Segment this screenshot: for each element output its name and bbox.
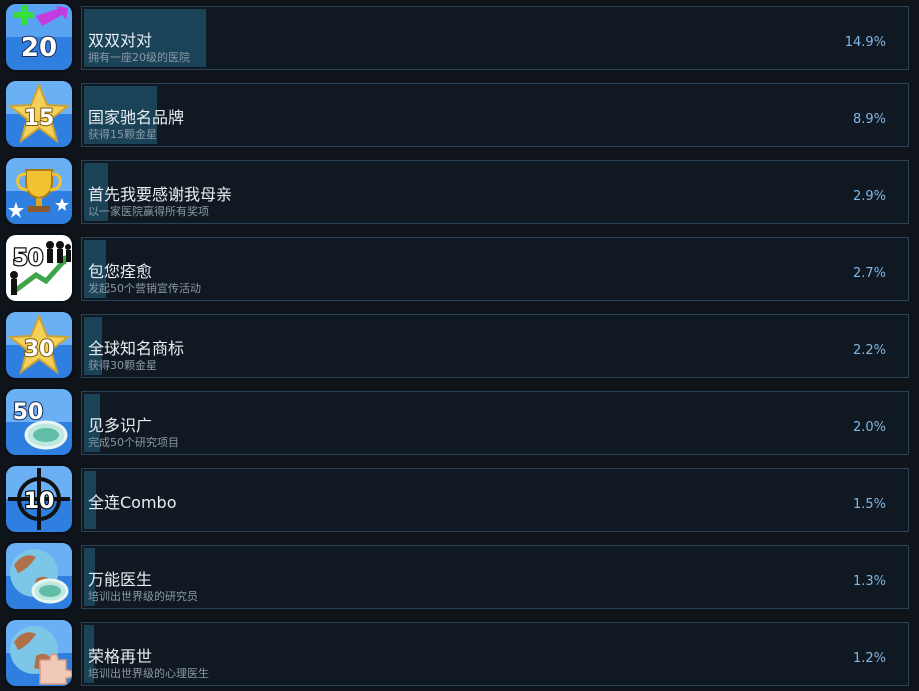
achievement-panel: 万能医生 培训出世界级的研究员 1.3%: [81, 545, 909, 609]
unlock-percent: 1.5%: [852, 497, 886, 512]
crosshair-10-icon: 10: [6, 466, 72, 532]
unlock-percent: 8.9%: [852, 112, 886, 127]
icon-number: 10: [24, 489, 55, 514]
achievement-title: 全连Combo: [88, 493, 177, 512]
achievement-description: 培训出世界级的研究员: [88, 590, 198, 603]
globe-puzzle-icon: [6, 620, 72, 686]
achievement-title: 包您痊愈: [88, 262, 153, 281]
achievement-panel: 全球知名商标 获得30颗金星 2.2%: [81, 314, 909, 378]
petri-50-icon: 50: [6, 389, 72, 455]
achievement-description: 拥有一座20级的医院: [88, 51, 190, 64]
achievement-panel: 荣格再世 培训出世界级的心理医生 1.2%: [81, 622, 909, 686]
icon-number: 15: [24, 106, 55, 131]
achievement-title: 见多识广: [88, 416, 153, 435]
star-30-icon: 30: [6, 312, 72, 378]
plus-20-icon: 20: [6, 4, 72, 70]
star-15-icon: 15: [6, 81, 72, 147]
achievement-description: 获得30颗金星: [88, 359, 157, 372]
unlock-percent: 2.0%: [852, 420, 886, 435]
achievement-description: 培训出世界级的心理医生: [88, 667, 209, 680]
achievement-row[interactable]: 50 见多识广 完成50个研究项目 2.0%: [0, 388, 919, 455]
globe-petri-icon: [6, 543, 72, 609]
unlock-percent: 2.2%: [852, 343, 886, 358]
icon-number: 50: [13, 400, 44, 425]
achievement-row[interactable]: 首先我要感谢我母亲 以一家医院赢得所有奖项 2.9%: [0, 157, 919, 224]
achievement-title: 国家驰名品牌: [88, 108, 185, 127]
achievement-title: 全球知名商标: [88, 339, 185, 358]
achievement-panel: 包您痊愈 发起50个营销宣传活动 2.7%: [81, 237, 909, 301]
achievement-row[interactable]: 50 包您痊愈 发起50个营销宣传活动 2.7%: [0, 234, 919, 301]
trophy-icon: [6, 158, 72, 224]
achievement-title: 双双对对: [88, 31, 153, 50]
achievement-row[interactable]: 荣格再世 培训出世界级的心理医生 1.2%: [0, 619, 919, 686]
icon-number: 50: [13, 246, 44, 271]
unlock-percent: 2.9%: [852, 189, 886, 204]
achievement-title: 万能医生: [88, 570, 153, 589]
achievement-description: 以一家医院赢得所有奖项: [88, 205, 209, 218]
achievement-panel: 国家驰名品牌 获得15颗金星 8.9%: [81, 83, 909, 147]
icon-number: 20: [21, 33, 57, 63]
achievement-panel: 见多识广 完成50个研究项目 2.0%: [81, 391, 909, 455]
achievement-row[interactable]: 万能医生 培训出世界级的研究员 1.3%: [0, 542, 919, 609]
achievement-row[interactable]: 20 双双对对 拥有一座20级的医院 14.9%: [0, 3, 919, 70]
achievement-list: 20 双双对对 拥有一座20级的医院 14.9% 15 国家驰名品牌 获得15颗…: [0, 0, 919, 691]
achievement-row[interactable]: 15 国家驰名品牌 获得15颗金星 8.9%: [0, 80, 919, 147]
growth-50-icon: 50: [6, 235, 72, 301]
achievement-row[interactable]: 10 全连Combo 1.5%: [0, 465, 919, 532]
unlock-percent: 1.2%: [852, 651, 886, 666]
unlock-percent: 14.9%: [844, 35, 886, 50]
unlock-percent: 1.3%: [852, 574, 886, 589]
achievement-title: 荣格再世: [88, 647, 153, 666]
achievement-panel: 双双对对 拥有一座20级的医院 14.9%: [81, 6, 909, 70]
achievement-panel: 首先我要感谢我母亲 以一家医院赢得所有奖项 2.9%: [81, 160, 909, 224]
icon-number: 30: [24, 337, 55, 362]
achievement-row[interactable]: 30 全球知名商标 获得30颗金星 2.2%: [0, 311, 919, 378]
achievement-title: 首先我要感谢我母亲: [88, 185, 233, 204]
achievement-description: 完成50个研究项目: [88, 436, 179, 449]
unlock-percent: 2.7%: [852, 266, 886, 281]
achievement-description: 发起50个营销宣传活动: [88, 282, 201, 295]
achievement-description: 获得15颗金星: [88, 128, 157, 141]
achievement-panel: 全连Combo 1.5%: [81, 468, 909, 532]
